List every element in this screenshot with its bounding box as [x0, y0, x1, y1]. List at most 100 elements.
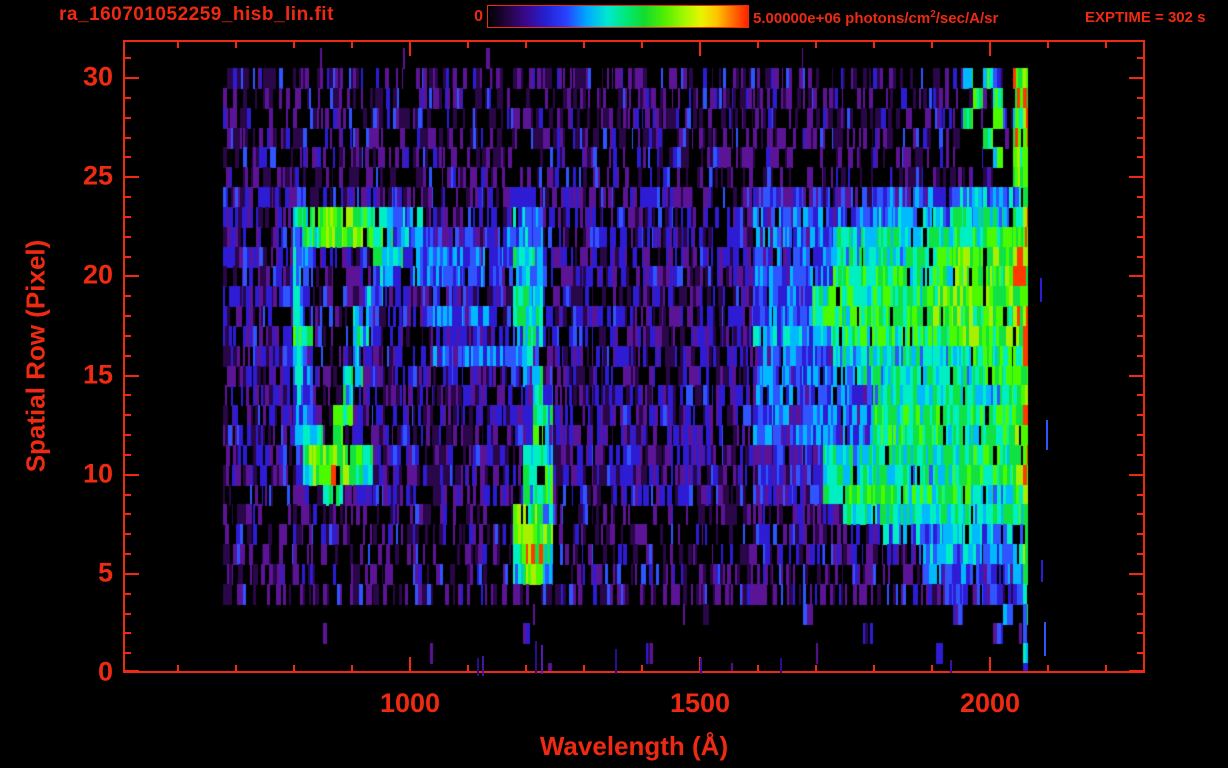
- below-axis-data-strip: [615, 649, 617, 674]
- x-minor-tick: [757, 40, 759, 48]
- y-minor-tick: [123, 632, 131, 634]
- below-axis-data-strip: [700, 658, 702, 674]
- x-minor-tick: [757, 665, 759, 673]
- x-minor-tick: [815, 40, 817, 48]
- colorbar-min-label: 0: [474, 8, 483, 25]
- y-minor-tick: [123, 593, 131, 595]
- y-axis-title: Spatial Row (Pixel): [20, 239, 51, 473]
- y-minor-tick: [1137, 632, 1145, 634]
- x-minor-tick: [525, 665, 527, 673]
- y-major-tick: [123, 670, 139, 672]
- y-tick-label: 15: [82, 359, 113, 390]
- y-minor-tick: [123, 414, 131, 416]
- below-axis-data-strip: [482, 656, 484, 676]
- x-minor-tick: [583, 40, 585, 48]
- y-tick-label: 10: [82, 458, 113, 489]
- y-minor-tick: [1137, 117, 1145, 119]
- y-minor-tick: [123, 117, 131, 119]
- y-major-tick: [123, 176, 139, 178]
- x-minor-tick: [641, 665, 643, 673]
- below-axis-data-strip: [780, 658, 782, 673]
- x-tick-label: 1500: [669, 688, 731, 718]
- y-minor-tick: [123, 236, 131, 238]
- y-minor-tick: [1137, 494, 1145, 496]
- edge-noise-strip: [1041, 560, 1043, 582]
- y-major-tick: [123, 375, 139, 377]
- edge-noise-strip: [1040, 278, 1042, 302]
- x-major-tick: [409, 40, 411, 56]
- y-minor-tick: [123, 454, 131, 456]
- y-minor-tick: [123, 57, 131, 59]
- x-minor-tick: [177, 665, 179, 673]
- y-major-tick: [1129, 275, 1145, 277]
- y-tick-label: 5: [97, 557, 113, 588]
- x-minor-tick: [1047, 40, 1049, 48]
- y-minor-tick: [1137, 156, 1145, 158]
- x-minor-tick: [467, 665, 469, 673]
- y-minor-tick: [123, 156, 131, 158]
- y-minor-tick: [1137, 315, 1145, 317]
- x-minor-tick: [815, 665, 817, 673]
- below-axis-data-strip: [477, 658, 479, 676]
- edge-noise-strip: [1046, 420, 1048, 450]
- x-minor-tick: [1105, 40, 1107, 48]
- y-major-tick: [123, 573, 139, 575]
- y-minor-tick: [123, 394, 131, 396]
- y-minor-tick: [1137, 295, 1145, 297]
- edge-noise-strip: [1044, 622, 1046, 656]
- y-minor-tick: [1137, 335, 1145, 337]
- x-major-tick: [989, 40, 991, 56]
- y-minor-tick: [1137, 256, 1145, 258]
- x-minor-tick: [177, 40, 179, 48]
- y-minor-tick: [1137, 454, 1145, 456]
- y-minor-tick: [1137, 533, 1145, 535]
- y-minor-tick: [1137, 613, 1145, 615]
- x-major-tick: [409, 657, 411, 673]
- y-minor-tick: [123, 216, 131, 218]
- y-minor-tick: [123, 295, 131, 297]
- y-major-tick: [123, 77, 139, 79]
- y-tick-label: 20: [82, 259, 113, 290]
- y-major-tick: [1129, 670, 1145, 672]
- x-minor-tick: [351, 665, 353, 673]
- y-minor-tick: [1137, 236, 1145, 238]
- y-minor-tick: [123, 315, 131, 317]
- x-minor-tick: [931, 40, 933, 48]
- y-minor-tick: [123, 553, 131, 555]
- y-minor-tick: [123, 196, 131, 198]
- y-major-tick: [1129, 77, 1145, 79]
- x-minor-tick: [525, 40, 527, 48]
- y-minor-tick: [123, 652, 131, 654]
- y-tick-label: 0: [97, 656, 113, 687]
- y-minor-tick: [1137, 513, 1145, 515]
- y-minor-tick: [123, 494, 131, 496]
- y-minor-tick: [123, 355, 131, 357]
- colorbar-max-units-pre: photons/cm: [841, 10, 931, 27]
- y-minor-tick: [123, 533, 131, 535]
- x-minor-tick: [583, 665, 585, 673]
- y-minor-tick: [1137, 57, 1145, 59]
- x-minor-tick: [351, 40, 353, 48]
- y-minor-tick: [1137, 652, 1145, 654]
- y-minor-tick: [1137, 593, 1145, 595]
- colorbar-max-units-post: /sec/A/sr: [935, 10, 999, 27]
- y-minor-tick: [123, 335, 131, 337]
- y-minor-tick: [123, 513, 131, 515]
- y-major-tick: [123, 275, 139, 277]
- heatmap-canvas: [123, 40, 1145, 673]
- colorbar-max-label: 5.00000e+06 photons/cm2/sec/A/sr: [753, 9, 998, 27]
- y-minor-tick: [1137, 355, 1145, 357]
- x-minor-tick: [235, 665, 237, 673]
- x-major-tick: [989, 657, 991, 673]
- x-minor-tick: [873, 40, 875, 48]
- y-major-tick: [123, 474, 139, 476]
- x-minor-tick: [931, 665, 933, 673]
- y-major-tick: [1129, 573, 1145, 575]
- y-tick-label: 30: [82, 61, 113, 92]
- y-minor-tick: [1137, 414, 1145, 416]
- y-major-tick: [1129, 375, 1145, 377]
- x-minor-tick: [1105, 665, 1107, 673]
- file-title: ra_160701052259_hisb_lin.fit: [59, 4, 334, 25]
- y-minor-tick: [1137, 196, 1145, 198]
- y-major-tick: [1129, 474, 1145, 476]
